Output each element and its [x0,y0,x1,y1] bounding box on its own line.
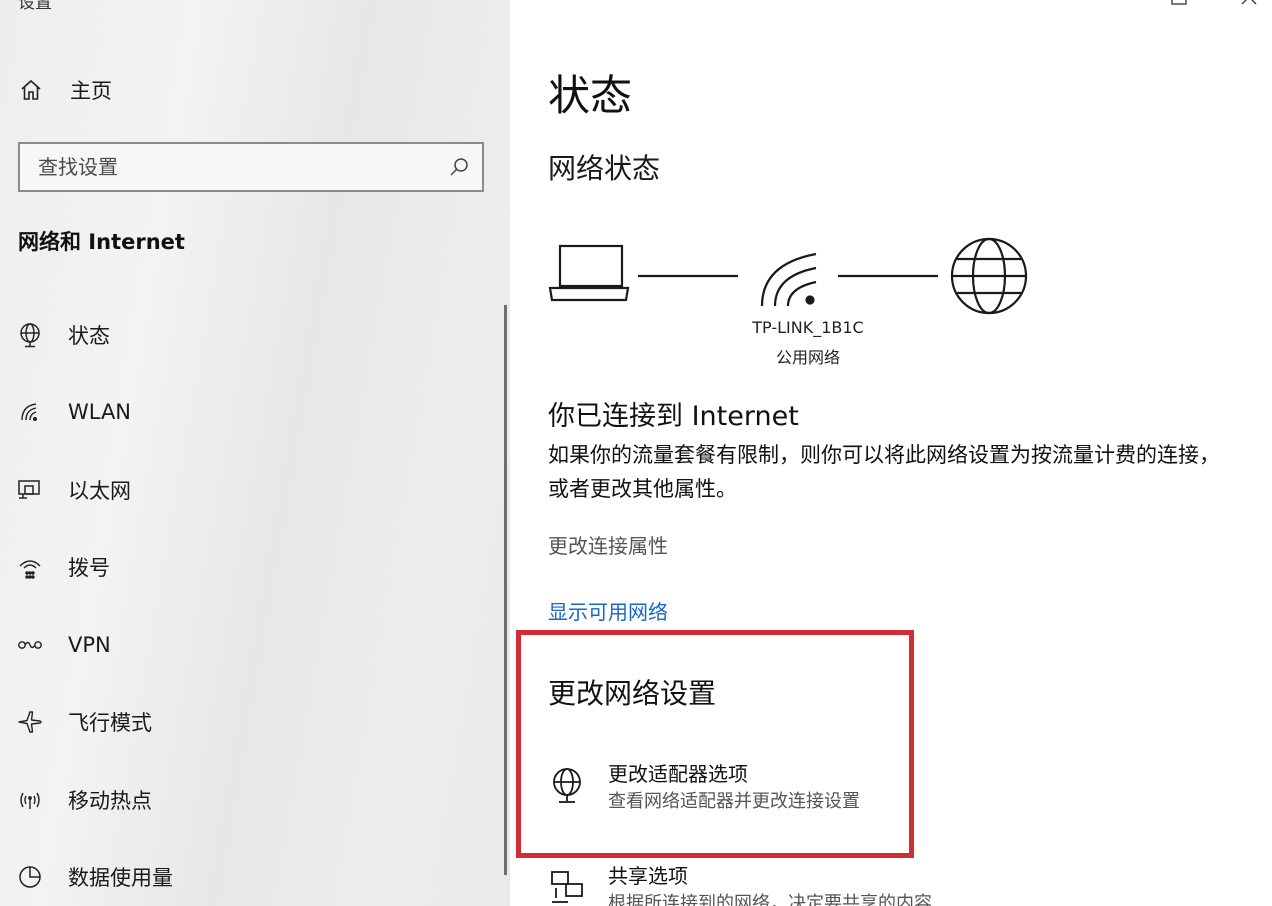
show-available-networks-link[interactable]: 显示可用网络 [548,596,668,625]
sidebar-item-mobile-hotspot[interactable]: 移动热点 [0,761,500,839]
window-title: 设置 [18,0,52,13]
main-content: 状态 网络状态 TP-LINK_1B1C 公用网络 你已连接到 Internet… [510,0,1272,906]
sidebar-item-label: 移动热点 [68,788,152,813]
sidebar-item-label: 拨号 [68,556,110,581]
sidebar-item-label: VPN [68,632,111,657]
network-status-diagram: TP-LINK_1B1C 公用网络 [548,232,1048,372]
search-icon[interactable] [448,156,470,178]
globe-stand-icon [16,321,44,349]
sharing-icon [548,868,588,906]
option-title: 共享选项 [608,864,688,888]
option-title: 更改适配器选项 [608,762,748,786]
network-ssid: TP-LINK_1B1C [752,318,864,337]
laptop-icon [548,244,630,302]
sidebar-item-airplane-mode[interactable]: 飞行模式 [0,684,500,762]
sidebar-home-label: 主页 [70,79,112,103]
sidebar-nav: 状态 WLAN 以太网 拨号 VPN 飞行模式 移动热点 数据使用量 [0,296,500,906]
sidebar-item-vpn[interactable]: VPN [0,606,500,684]
sidebar-item-label: WLAN [68,400,132,425]
connected-heading: 你已连接到 Internet [548,401,799,432]
change-adapter-options[interactable]: 更改适配器选项 查看网络适配器并更改连接设置 [548,760,860,816]
network-status-heading: 网络状态 [548,152,661,185]
hotspot-icon [16,786,44,814]
sidebar-item-label: 飞行模式 [68,711,152,736]
wifi-icon [760,252,817,307]
option-subtitle: 查看网络适配器并更改连接设置 [608,791,860,812]
highlight-annotation-box [516,630,914,858]
wifi-icon [16,398,44,426]
search-input[interactable] [38,155,448,179]
maximize-icon[interactable] [1170,0,1188,6]
sidebar: 设置 主页 网络和 Internet [0,0,510,906]
close-icon[interactable] [1240,0,1258,6]
vpn-icon [16,631,44,659]
search-box[interactable] [18,142,484,192]
globe-icon [950,237,1028,315]
sidebar-item-data-usage[interactable]: 数据使用量 [0,839,500,906]
change-connection-properties-link[interactable]: 更改连接属性 [548,530,668,559]
sharing-options[interactable]: 共享选项 根据所连接到的网络，决定要共享的内容 [548,862,932,906]
sidebar-item-label: 数据使用量 [68,866,173,891]
option-subtitle: 根据所连接到的网络，决定要共享的内容 [608,893,932,906]
window-controls [1170,0,1258,10]
sidebar-item-dialup[interactable]: 拨号 [0,529,500,607]
connected-description: 如果你的流量套餐有限制，则你可以将此网络设置为按流量计费的连接，或者更改其他属性… [548,443,1220,501]
sidebar-item-label: 状态 [68,323,110,348]
ethernet-icon [16,476,44,504]
sidebar-item-status[interactable]: 状态 [0,296,500,374]
sidebar-item-wlan[interactable]: WLAN [0,374,500,452]
sidebar-home[interactable]: 主页 [18,72,112,108]
sidebar-scrollbar[interactable] [504,305,507,875]
data-usage-icon [16,863,44,891]
page-title: 状态 [548,71,633,120]
change-network-settings-heading: 更改网络设置 [548,677,717,710]
sidebar-section-title: 网络和 Internet [18,230,185,254]
dialup-icon [16,553,44,581]
home-icon [18,77,44,103]
sidebar-item-label: 以太网 [68,478,131,503]
adapter-icon [548,766,588,806]
sidebar-item-ethernet[interactable]: 以太网 [0,451,500,529]
network-type: 公用网络 [775,348,840,367]
airplane-icon [16,708,44,736]
